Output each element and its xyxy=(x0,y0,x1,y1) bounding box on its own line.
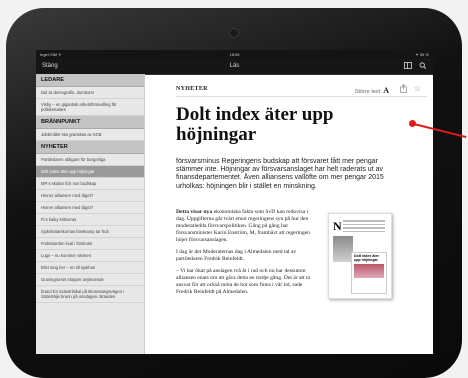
search-icon[interactable] xyxy=(419,62,427,69)
clock: 18:05 xyxy=(229,52,240,57)
article-list-sidebar: LEDARE Dal är demografin, dumbom! Visby … xyxy=(36,74,145,354)
text-size-label: Större text xyxy=(354,89,381,95)
thumbnail-text-lines xyxy=(343,220,385,234)
list-item[interactable]: Lugn – nu kommer värmen xyxy=(36,250,144,262)
ipad-screen: Inget SIM ✈ 18:05 ✦ 55 % Stäng Läs LEDAR… xyxy=(36,50,433,354)
list-item[interactable]: Visby – en gigantisk arbetsförmedling fö… xyxy=(36,99,144,116)
paragraph-lead: Detta visar nya xyxy=(176,209,213,215)
navigation-bar: Stäng Läs xyxy=(36,59,433,75)
battery-indicator: ✦ 55 % xyxy=(415,52,429,57)
paragraph-text: – Vi har ökat på anslagen två år i rad o… xyxy=(176,268,311,295)
list-item[interactable]: Dal är demografin, dumbom! xyxy=(36,87,144,99)
list-item[interactable]: Partiledaren obligare för borgerliga xyxy=(36,154,144,166)
front-camera xyxy=(229,28,239,38)
thumbnail-inset-photo xyxy=(354,264,384,278)
sidebar-toggle-icon[interactable] xyxy=(404,62,412,69)
section-header-ledare: LEDARE xyxy=(36,74,144,87)
thumbnail-inset: Dolt index äter upp höjningar xyxy=(351,252,387,294)
text-size-glyph: A xyxy=(383,86,389,95)
star-icon[interactable]: ☆ xyxy=(414,84,421,93)
status-bar: Inget SIM ✈ 18:05 ✦ 55 % xyxy=(36,50,433,59)
body-paragraph: Detta visar nya ekonomiska fakta som SvD… xyxy=(176,209,318,244)
section-header-brannpunkt: BRÄNNPUNKT xyxy=(36,116,144,129)
body-paragraph: – Vi har ökat på anslagen två år i rad o… xyxy=(176,268,318,296)
list-item[interactable]: Blixt stog her – en till sjukhus xyxy=(36,262,144,274)
thumbnail-photo xyxy=(333,236,353,262)
paragraph-text: I dag är det Moderaternas dag i Almedale… xyxy=(176,249,297,262)
nav-title: Läs xyxy=(229,63,240,69)
article-toolbar: NYHETER Större text A ☆ xyxy=(176,84,427,97)
list-item[interactable]: Sjukskötarskornas lönekamp tar fruit xyxy=(36,226,144,238)
list-item[interactable]: Fi:s kaiky kritiseras xyxy=(36,214,144,226)
thumbnail-masthead: N xyxy=(333,219,342,233)
section-header-nyheter: NYHETER xyxy=(36,141,144,154)
share-icon[interactable] xyxy=(400,84,407,95)
list-item-active[interactable]: Dolt index äter upp höjningar xyxy=(36,166,144,178)
body-paragraph: I dag är det Moderaternas dag i Almedale… xyxy=(176,249,318,263)
section-kicker: NYHETER xyxy=(176,86,208,92)
text-size-button[interactable]: Större text A xyxy=(355,86,389,95)
list-item[interactable]: Gravingrorset stopper asylsoende xyxy=(36,274,144,286)
newspaper-page-thumbnail[interactable]: N Dolt index äter upp höjningar xyxy=(328,213,392,299)
list-item[interactable]: Jobbmålet ska granskas av SCB xyxy=(36,129,144,141)
article-headline: Dolt index äter upp höjningar xyxy=(176,104,334,145)
list-item[interactable]: brand En industrilokal på Brunnsängsväge… xyxy=(36,286,144,303)
list-item[interactable]: Fruktsturden kval i förskolor xyxy=(36,238,144,250)
nav-icons xyxy=(404,62,427,69)
thumbnail-inset-title: Dolt index äter upp höjningar xyxy=(354,254,379,262)
article-body: Detta visar nya ekonomiska fakta som SvD… xyxy=(176,209,318,301)
list-item[interactable]: Hinner alliansen med tåget? xyxy=(36,190,144,202)
list-item[interactable]: Hinner alliansen med tåget? xyxy=(36,202,144,214)
article-ingress: försvarsminus Regeringens budskap att fö… xyxy=(176,158,384,190)
article-view: NYHETER Större text A ☆ Dolt index äter u… xyxy=(152,74,433,354)
list-item[interactable]: MP:s skultar fick nus budskap xyxy=(36,178,144,190)
